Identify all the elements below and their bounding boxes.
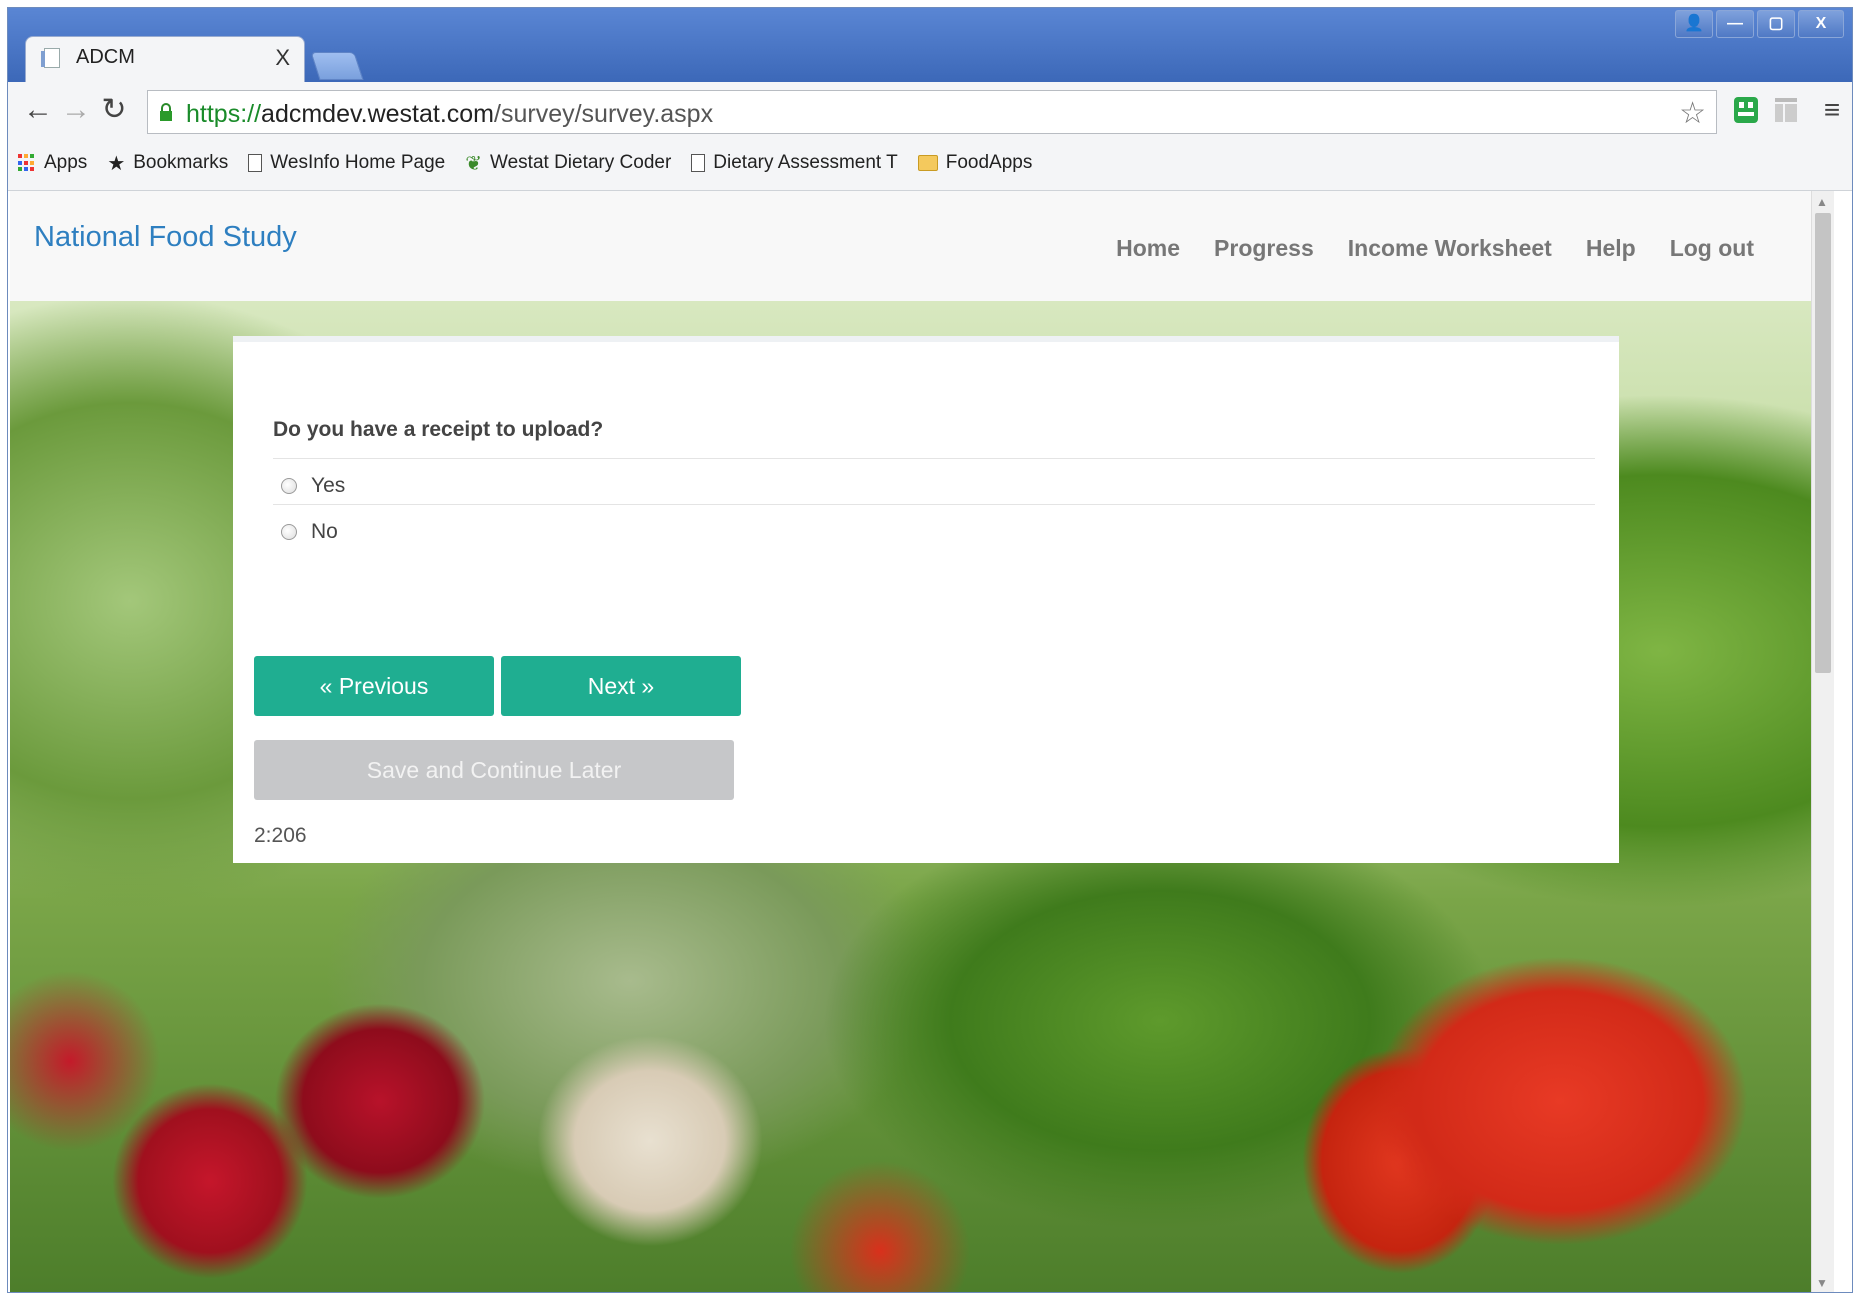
url-text: https://adcmdev.westat.com/survey/survey… xyxy=(186,100,714,128)
reader-mode-icon[interactable] xyxy=(1770,94,1802,126)
scroll-thumb[interactable] xyxy=(1815,213,1831,673)
page-icon xyxy=(691,154,706,172)
star-icon: ★ xyxy=(107,152,126,175)
user-profile-button[interactable]: 👤 xyxy=(1675,10,1713,38)
option-label: Yes xyxy=(311,474,346,497)
menu-icon[interactable]: ≡ xyxy=(1814,92,1850,128)
nav-log-out[interactable]: Log out xyxy=(1670,235,1754,262)
browser-toolbar: ← → ↻ https://adcmdev.westat.com/survey/… xyxy=(8,82,1852,191)
bookmark-westat-dietary-coder[interactable]: ❦ Westat Dietary Coder xyxy=(465,151,671,176)
bookmark-dietary-assessment[interactable]: Dietary Assessment T xyxy=(691,152,898,174)
nav-progress[interactable]: Progress xyxy=(1214,235,1314,262)
save-continue-later-button[interactable]: Save and Continue Later xyxy=(254,740,734,800)
option-no[interactable]: No xyxy=(273,504,1595,559)
new-tab-button[interactable] xyxy=(310,52,364,80)
folder-icon xyxy=(917,155,938,171)
browser-window: ADCM X 👤 — ▢ X ← → ↻ https://adcmdev.wes… xyxy=(7,7,1853,1293)
nav-home[interactable]: Home xyxy=(1116,235,1180,262)
option-label: No xyxy=(311,520,338,543)
leaf-icon: ❦ xyxy=(465,152,483,175)
page-favicon-icon xyxy=(41,48,60,68)
tab-title: ADCM xyxy=(76,46,135,68)
previous-button[interactable]: « Previous xyxy=(254,656,494,716)
maximize-button[interactable]: ▢ xyxy=(1757,10,1795,38)
reload-icon[interactable]: ↻ xyxy=(96,92,132,128)
page-scrollbar[interactable]: ▲ ▼ xyxy=(1811,191,1834,1292)
survey-card: Do you have a receipt to upload? Yes No … xyxy=(233,336,1619,863)
forward-icon[interactable]: → xyxy=(58,92,94,128)
close-window-button[interactable]: X xyxy=(1798,10,1844,38)
site-brand[interactable]: National Food Study xyxy=(34,221,297,254)
tab-close-icon[interactable]: X xyxy=(275,45,290,71)
question-text: Do you have a receipt to upload? xyxy=(273,418,604,441)
web-page: National Food Study Home Progress Income… xyxy=(10,191,1834,1292)
minimize-button[interactable]: — xyxy=(1716,10,1754,38)
window-controls: 👤 — ▢ X xyxy=(1675,10,1844,38)
radio-yes[interactable] xyxy=(281,478,297,494)
scroll-up-icon[interactable]: ▲ xyxy=(1816,195,1828,209)
title-bar: ADCM X 👤 — ▢ X xyxy=(8,8,1852,82)
apps-grid-icon xyxy=(18,154,36,172)
site-nav: Home Progress Income Worksheet Help Log … xyxy=(1116,235,1754,262)
lock-icon xyxy=(160,103,172,121)
bookmark-foodapps[interactable]: FoodApps xyxy=(917,152,1032,174)
browser-tab[interactable]: ADCM X xyxy=(25,36,305,82)
nav-help[interactable]: Help xyxy=(1586,235,1636,262)
radio-no[interactable] xyxy=(281,524,297,540)
scroll-down-icon[interactable]: ▼ xyxy=(1816,1276,1828,1290)
bookmarks-bar: Apps ★ Bookmarks WesInfo Home Page ❦ Wes… xyxy=(18,146,1852,180)
extension-icon[interactable] xyxy=(1730,94,1762,126)
bookmark-bookmarks[interactable]: ★ Bookmarks xyxy=(107,151,228,176)
page-icon xyxy=(248,154,263,172)
next-button[interactable]: Next » xyxy=(501,656,741,716)
address-bar[interactable]: https://adcmdev.westat.com/survey/survey… xyxy=(147,90,1717,134)
nav-income-worksheet[interactable]: Income Worksheet xyxy=(1348,235,1552,262)
bookmark-apps[interactable]: Apps xyxy=(18,152,87,174)
bookmark-wesinfo[interactable]: WesInfo Home Page xyxy=(248,152,445,174)
site-header: National Food Study Home Progress Income… xyxy=(10,191,1834,301)
back-icon[interactable]: ← xyxy=(20,92,56,128)
bookmark-star-icon[interactable]: ☆ xyxy=(1679,96,1706,131)
question-id: 2:206 xyxy=(254,824,307,847)
